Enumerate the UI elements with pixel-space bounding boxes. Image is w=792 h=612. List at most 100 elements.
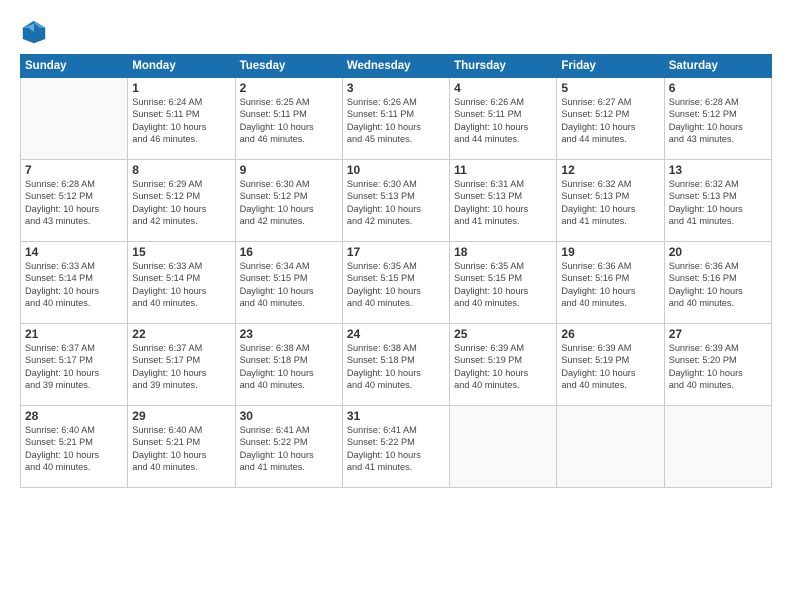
day-info: Sunrise: 6:38 AM Sunset: 5:18 PM Dayligh… (347, 342, 445, 392)
calendar-cell: 1Sunrise: 6:24 AM Sunset: 5:11 PM Daylig… (128, 78, 235, 160)
day-info: Sunrise: 6:36 AM Sunset: 5:16 PM Dayligh… (669, 260, 767, 310)
day-number: 28 (25, 409, 123, 423)
day-info: Sunrise: 6:30 AM Sunset: 5:12 PM Dayligh… (240, 178, 338, 228)
day-number: 16 (240, 245, 338, 259)
calendar-header-thursday: Thursday (450, 55, 557, 78)
calendar-cell: 7Sunrise: 6:28 AM Sunset: 5:12 PM Daylig… (21, 160, 128, 242)
calendar-cell: 25Sunrise: 6:39 AM Sunset: 5:19 PM Dayli… (450, 324, 557, 406)
header (20, 18, 772, 46)
day-info: Sunrise: 6:36 AM Sunset: 5:16 PM Dayligh… (561, 260, 659, 310)
day-number: 11 (454, 163, 552, 177)
day-number: 2 (240, 81, 338, 95)
day-info: Sunrise: 6:32 AM Sunset: 5:13 PM Dayligh… (561, 178, 659, 228)
day-number: 4 (454, 81, 552, 95)
day-info: Sunrise: 6:31 AM Sunset: 5:13 PM Dayligh… (454, 178, 552, 228)
day-number: 3 (347, 81, 445, 95)
day-info: Sunrise: 6:28 AM Sunset: 5:12 PM Dayligh… (25, 178, 123, 228)
day-number: 27 (669, 327, 767, 341)
calendar-header-friday: Friday (557, 55, 664, 78)
day-info: Sunrise: 6:40 AM Sunset: 5:21 PM Dayligh… (25, 424, 123, 474)
day-number: 19 (561, 245, 659, 259)
day-number: 22 (132, 327, 230, 341)
day-number: 23 (240, 327, 338, 341)
calendar-cell: 30Sunrise: 6:41 AM Sunset: 5:22 PM Dayli… (235, 406, 342, 488)
day-info: Sunrise: 6:40 AM Sunset: 5:21 PM Dayligh… (132, 424, 230, 474)
calendar-cell: 29Sunrise: 6:40 AM Sunset: 5:21 PM Dayli… (128, 406, 235, 488)
day-info: Sunrise: 6:37 AM Sunset: 5:17 PM Dayligh… (132, 342, 230, 392)
day-number: 14 (25, 245, 123, 259)
calendar-cell: 2Sunrise: 6:25 AM Sunset: 5:11 PM Daylig… (235, 78, 342, 160)
day-number: 1 (132, 81, 230, 95)
calendar-cell (21, 78, 128, 160)
day-info: Sunrise: 6:39 AM Sunset: 5:19 PM Dayligh… (454, 342, 552, 392)
day-number: 12 (561, 163, 659, 177)
logo-icon (20, 18, 48, 46)
day-info: Sunrise: 6:39 AM Sunset: 5:20 PM Dayligh… (669, 342, 767, 392)
day-info: Sunrise: 6:35 AM Sunset: 5:15 PM Dayligh… (347, 260, 445, 310)
day-number: 13 (669, 163, 767, 177)
calendar-cell: 21Sunrise: 6:37 AM Sunset: 5:17 PM Dayli… (21, 324, 128, 406)
day-number: 10 (347, 163, 445, 177)
day-info: Sunrise: 6:33 AM Sunset: 5:14 PM Dayligh… (25, 260, 123, 310)
calendar-header-saturday: Saturday (664, 55, 771, 78)
day-number: 25 (454, 327, 552, 341)
calendar-cell: 26Sunrise: 6:39 AM Sunset: 5:19 PM Dayli… (557, 324, 664, 406)
calendar-week-2: 7Sunrise: 6:28 AM Sunset: 5:12 PM Daylig… (21, 160, 772, 242)
calendar-cell: 15Sunrise: 6:33 AM Sunset: 5:14 PM Dayli… (128, 242, 235, 324)
day-number: 9 (240, 163, 338, 177)
day-info: Sunrise: 6:39 AM Sunset: 5:19 PM Dayligh… (561, 342, 659, 392)
day-number: 31 (347, 409, 445, 423)
day-info: Sunrise: 6:29 AM Sunset: 5:12 PM Dayligh… (132, 178, 230, 228)
day-number: 17 (347, 245, 445, 259)
calendar-cell: 31Sunrise: 6:41 AM Sunset: 5:22 PM Dayli… (342, 406, 449, 488)
day-info: Sunrise: 6:24 AM Sunset: 5:11 PM Dayligh… (132, 96, 230, 146)
calendar-cell: 14Sunrise: 6:33 AM Sunset: 5:14 PM Dayli… (21, 242, 128, 324)
day-info: Sunrise: 6:28 AM Sunset: 5:12 PM Dayligh… (669, 96, 767, 146)
calendar-header-wednesday: Wednesday (342, 55, 449, 78)
calendar-cell: 8Sunrise: 6:29 AM Sunset: 5:12 PM Daylig… (128, 160, 235, 242)
day-info: Sunrise: 6:37 AM Sunset: 5:17 PM Dayligh… (25, 342, 123, 392)
calendar-cell: 22Sunrise: 6:37 AM Sunset: 5:17 PM Dayli… (128, 324, 235, 406)
calendar-cell: 5Sunrise: 6:27 AM Sunset: 5:12 PM Daylig… (557, 78, 664, 160)
day-info: Sunrise: 6:33 AM Sunset: 5:14 PM Dayligh… (132, 260, 230, 310)
day-info: Sunrise: 6:41 AM Sunset: 5:22 PM Dayligh… (347, 424, 445, 474)
day-number: 30 (240, 409, 338, 423)
calendar-cell: 24Sunrise: 6:38 AM Sunset: 5:18 PM Dayli… (342, 324, 449, 406)
day-number: 26 (561, 327, 659, 341)
calendar-cell: 10Sunrise: 6:30 AM Sunset: 5:13 PM Dayli… (342, 160, 449, 242)
calendar-header-sunday: Sunday (21, 55, 128, 78)
calendar-cell: 13Sunrise: 6:32 AM Sunset: 5:13 PM Dayli… (664, 160, 771, 242)
day-number: 15 (132, 245, 230, 259)
calendar-header-tuesday: Tuesday (235, 55, 342, 78)
day-info: Sunrise: 6:25 AM Sunset: 5:11 PM Dayligh… (240, 96, 338, 146)
calendar-cell: 23Sunrise: 6:38 AM Sunset: 5:18 PM Dayli… (235, 324, 342, 406)
calendar-week-3: 14Sunrise: 6:33 AM Sunset: 5:14 PM Dayli… (21, 242, 772, 324)
calendar-cell: 28Sunrise: 6:40 AM Sunset: 5:21 PM Dayli… (21, 406, 128, 488)
day-number: 8 (132, 163, 230, 177)
calendar-cell: 3Sunrise: 6:26 AM Sunset: 5:11 PM Daylig… (342, 78, 449, 160)
calendar-header-monday: Monday (128, 55, 235, 78)
day-info: Sunrise: 6:27 AM Sunset: 5:12 PM Dayligh… (561, 96, 659, 146)
page: SundayMondayTuesdayWednesdayThursdayFrid… (0, 0, 792, 612)
calendar-cell: 12Sunrise: 6:32 AM Sunset: 5:13 PM Dayli… (557, 160, 664, 242)
day-info: Sunrise: 6:34 AM Sunset: 5:15 PM Dayligh… (240, 260, 338, 310)
calendar-cell: 9Sunrise: 6:30 AM Sunset: 5:12 PM Daylig… (235, 160, 342, 242)
calendar-cell: 17Sunrise: 6:35 AM Sunset: 5:15 PM Dayli… (342, 242, 449, 324)
calendar-header-row: SundayMondayTuesdayWednesdayThursdayFrid… (21, 55, 772, 78)
day-number: 29 (132, 409, 230, 423)
day-number: 24 (347, 327, 445, 341)
day-info: Sunrise: 6:41 AM Sunset: 5:22 PM Dayligh… (240, 424, 338, 474)
calendar-cell: 4Sunrise: 6:26 AM Sunset: 5:11 PM Daylig… (450, 78, 557, 160)
day-info: Sunrise: 6:38 AM Sunset: 5:18 PM Dayligh… (240, 342, 338, 392)
day-info: Sunrise: 6:35 AM Sunset: 5:15 PM Dayligh… (454, 260, 552, 310)
day-number: 18 (454, 245, 552, 259)
day-info: Sunrise: 6:26 AM Sunset: 5:11 PM Dayligh… (454, 96, 552, 146)
day-number: 20 (669, 245, 767, 259)
day-info: Sunrise: 6:32 AM Sunset: 5:13 PM Dayligh… (669, 178, 767, 228)
calendar-week-5: 28Sunrise: 6:40 AM Sunset: 5:21 PM Dayli… (21, 406, 772, 488)
calendar-cell: 20Sunrise: 6:36 AM Sunset: 5:16 PM Dayli… (664, 242, 771, 324)
calendar-cell (450, 406, 557, 488)
calendar-cell: 19Sunrise: 6:36 AM Sunset: 5:16 PM Dayli… (557, 242, 664, 324)
calendar-cell: 18Sunrise: 6:35 AM Sunset: 5:15 PM Dayli… (450, 242, 557, 324)
calendar-week-1: 1Sunrise: 6:24 AM Sunset: 5:11 PM Daylig… (21, 78, 772, 160)
